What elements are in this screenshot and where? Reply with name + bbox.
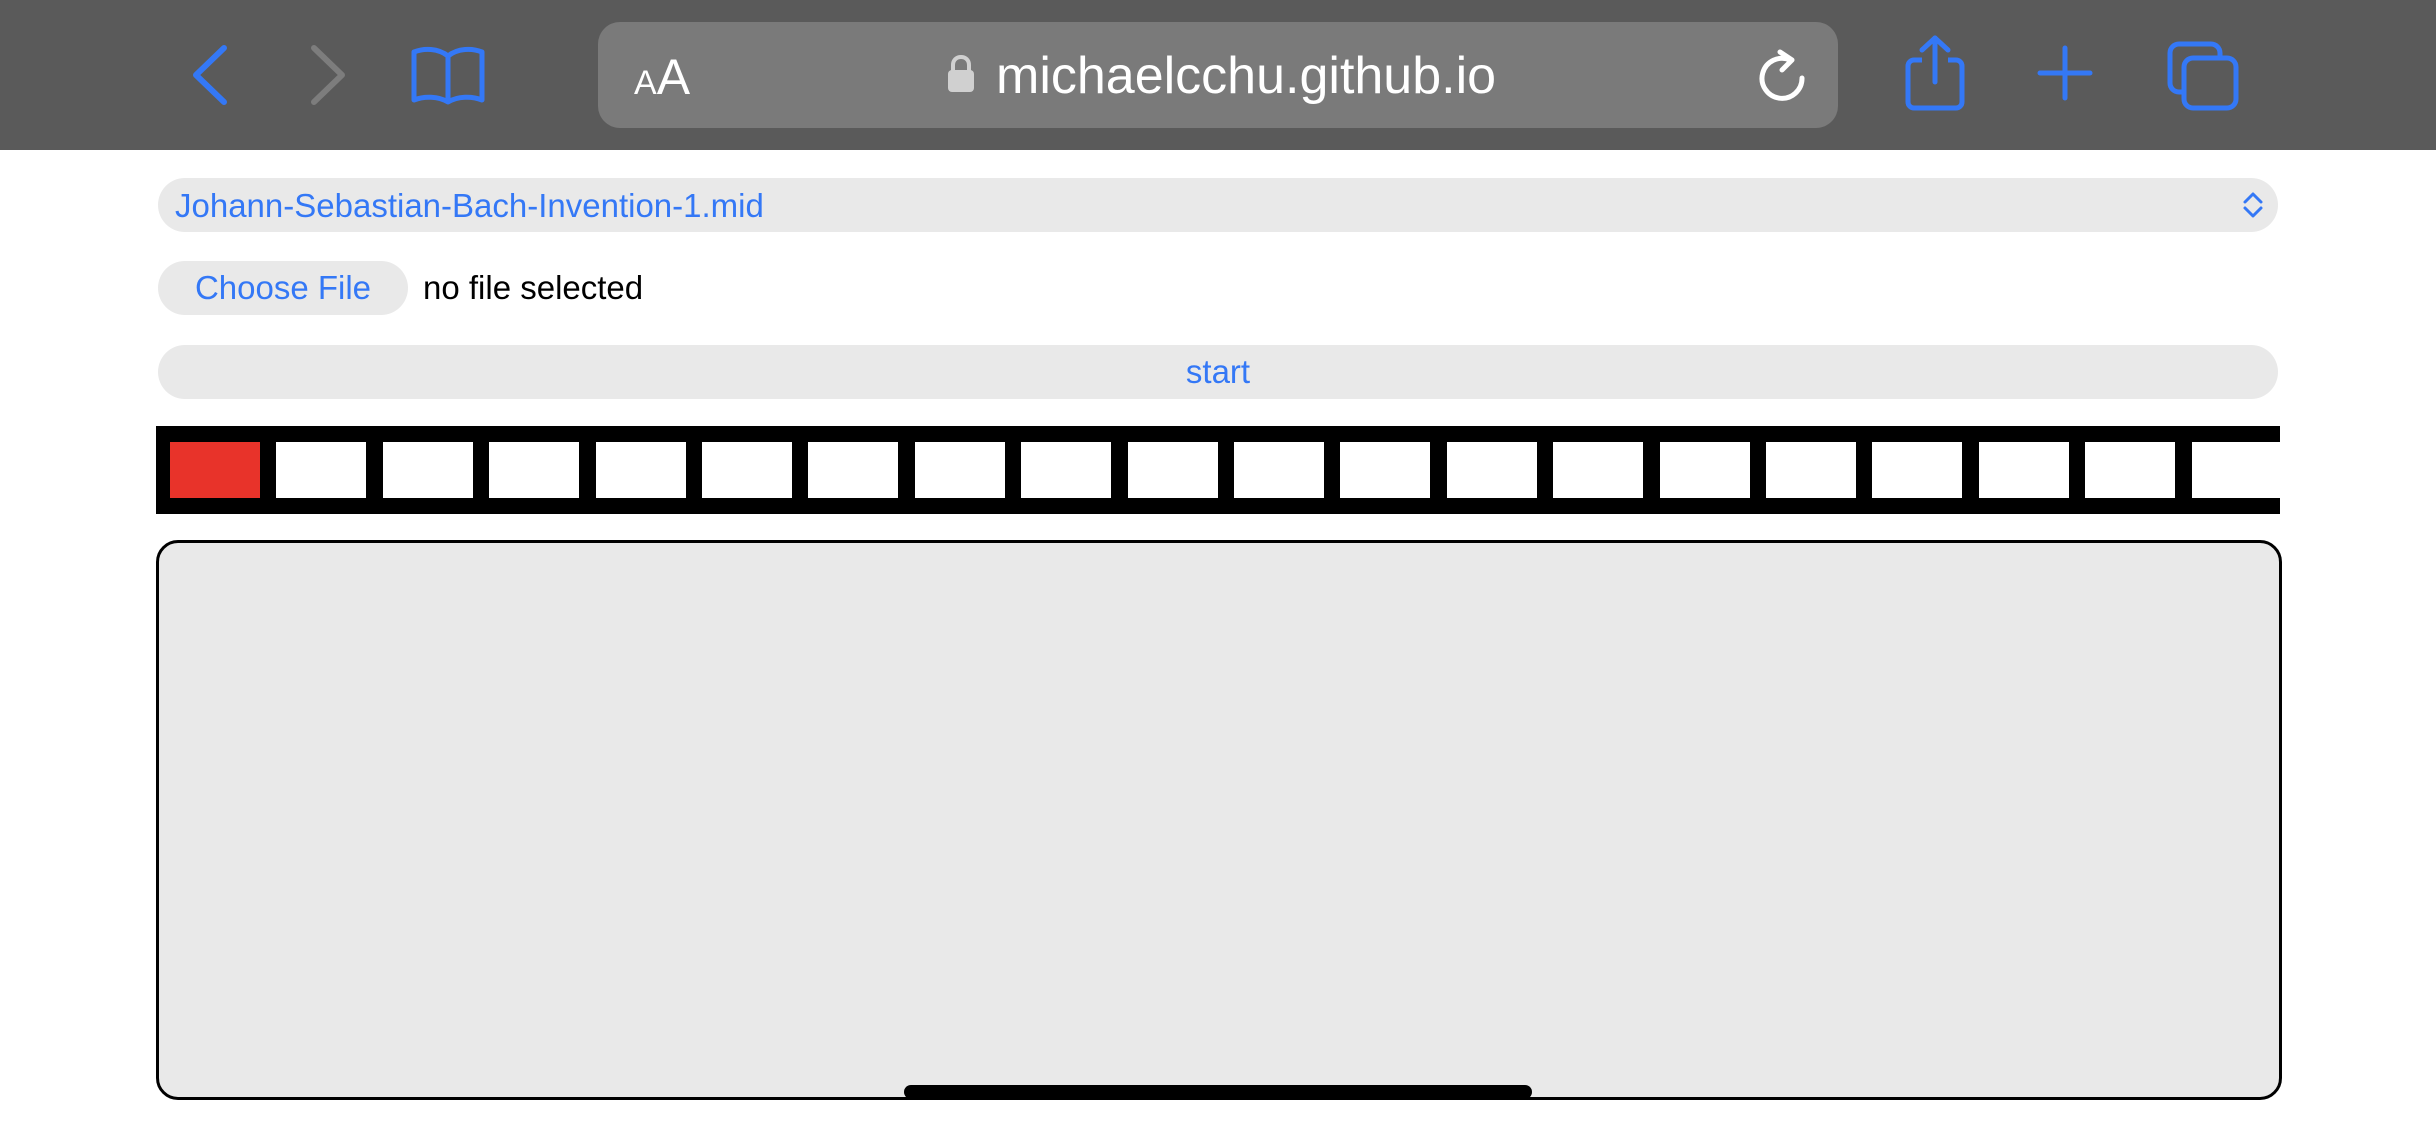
sequencer-step [1553, 442, 1644, 498]
sequencer-step [1446, 442, 1537, 498]
back-chevron-icon[interactable] [190, 44, 230, 106]
sequencer-step [1021, 442, 1112, 498]
text-size-button[interactable]: AA [634, 52, 690, 108]
sequencer-step [702, 442, 792, 498]
midi-file-selected-value: Johann-Sebastian-Bach-Invention-1.mid [175, 187, 764, 224]
bookmarks-book-icon[interactable] [410, 44, 486, 106]
start-button[interactable]: start [158, 345, 2278, 399]
sequencer-step [1872, 442, 1963, 498]
sequencer-step [1978, 442, 2069, 498]
sequencer-step [1234, 442, 1324, 498]
tabs-overview-icon[interactable] [2166, 40, 2240, 112]
sequencer-step [808, 442, 899, 498]
home-indicator [904, 1085, 1532, 1099]
sequencer-step [489, 442, 580, 498]
sequencer-step [170, 442, 260, 498]
sequencer-step [914, 442, 1005, 498]
sequencer-step [276, 442, 367, 498]
step-sequencer [156, 426, 2280, 514]
choose-file-button[interactable]: Choose File [158, 261, 408, 315]
share-icon[interactable] [1904, 34, 1966, 112]
address-bar[interactable]: AA michaelcchu.github.io [598, 22, 1838, 128]
sequencer-step [2085, 442, 2176, 498]
sequencer-step [1766, 442, 1856, 498]
sequencer-step [382, 442, 473, 498]
forward-chevron-icon[interactable] [308, 44, 348, 106]
midi-file-select[interactable]: Johann-Sebastian-Bach-Invention-1.mid [158, 178, 2278, 232]
sequencer-step [595, 442, 686, 498]
sequencer-step [2191, 442, 2280, 498]
lock-icon [948, 54, 974, 92]
file-status-text: no file selected [423, 269, 644, 306]
browser-toolbar: AA michaelcchu.github.io [0, 0, 2436, 150]
sequencer-step [1340, 442, 1431, 498]
visualizer-canvas[interactable] [156, 540, 2282, 1100]
select-updown-chevron-icon [2243, 192, 2263, 218]
sequencer-step [1127, 442, 1218, 498]
url-text: michaelcchu.github.io [996, 47, 1497, 105]
reload-icon[interactable] [1756, 48, 1808, 104]
sequencer-step [1659, 442, 1750, 498]
new-tab-plus-icon[interactable] [2036, 44, 2094, 102]
